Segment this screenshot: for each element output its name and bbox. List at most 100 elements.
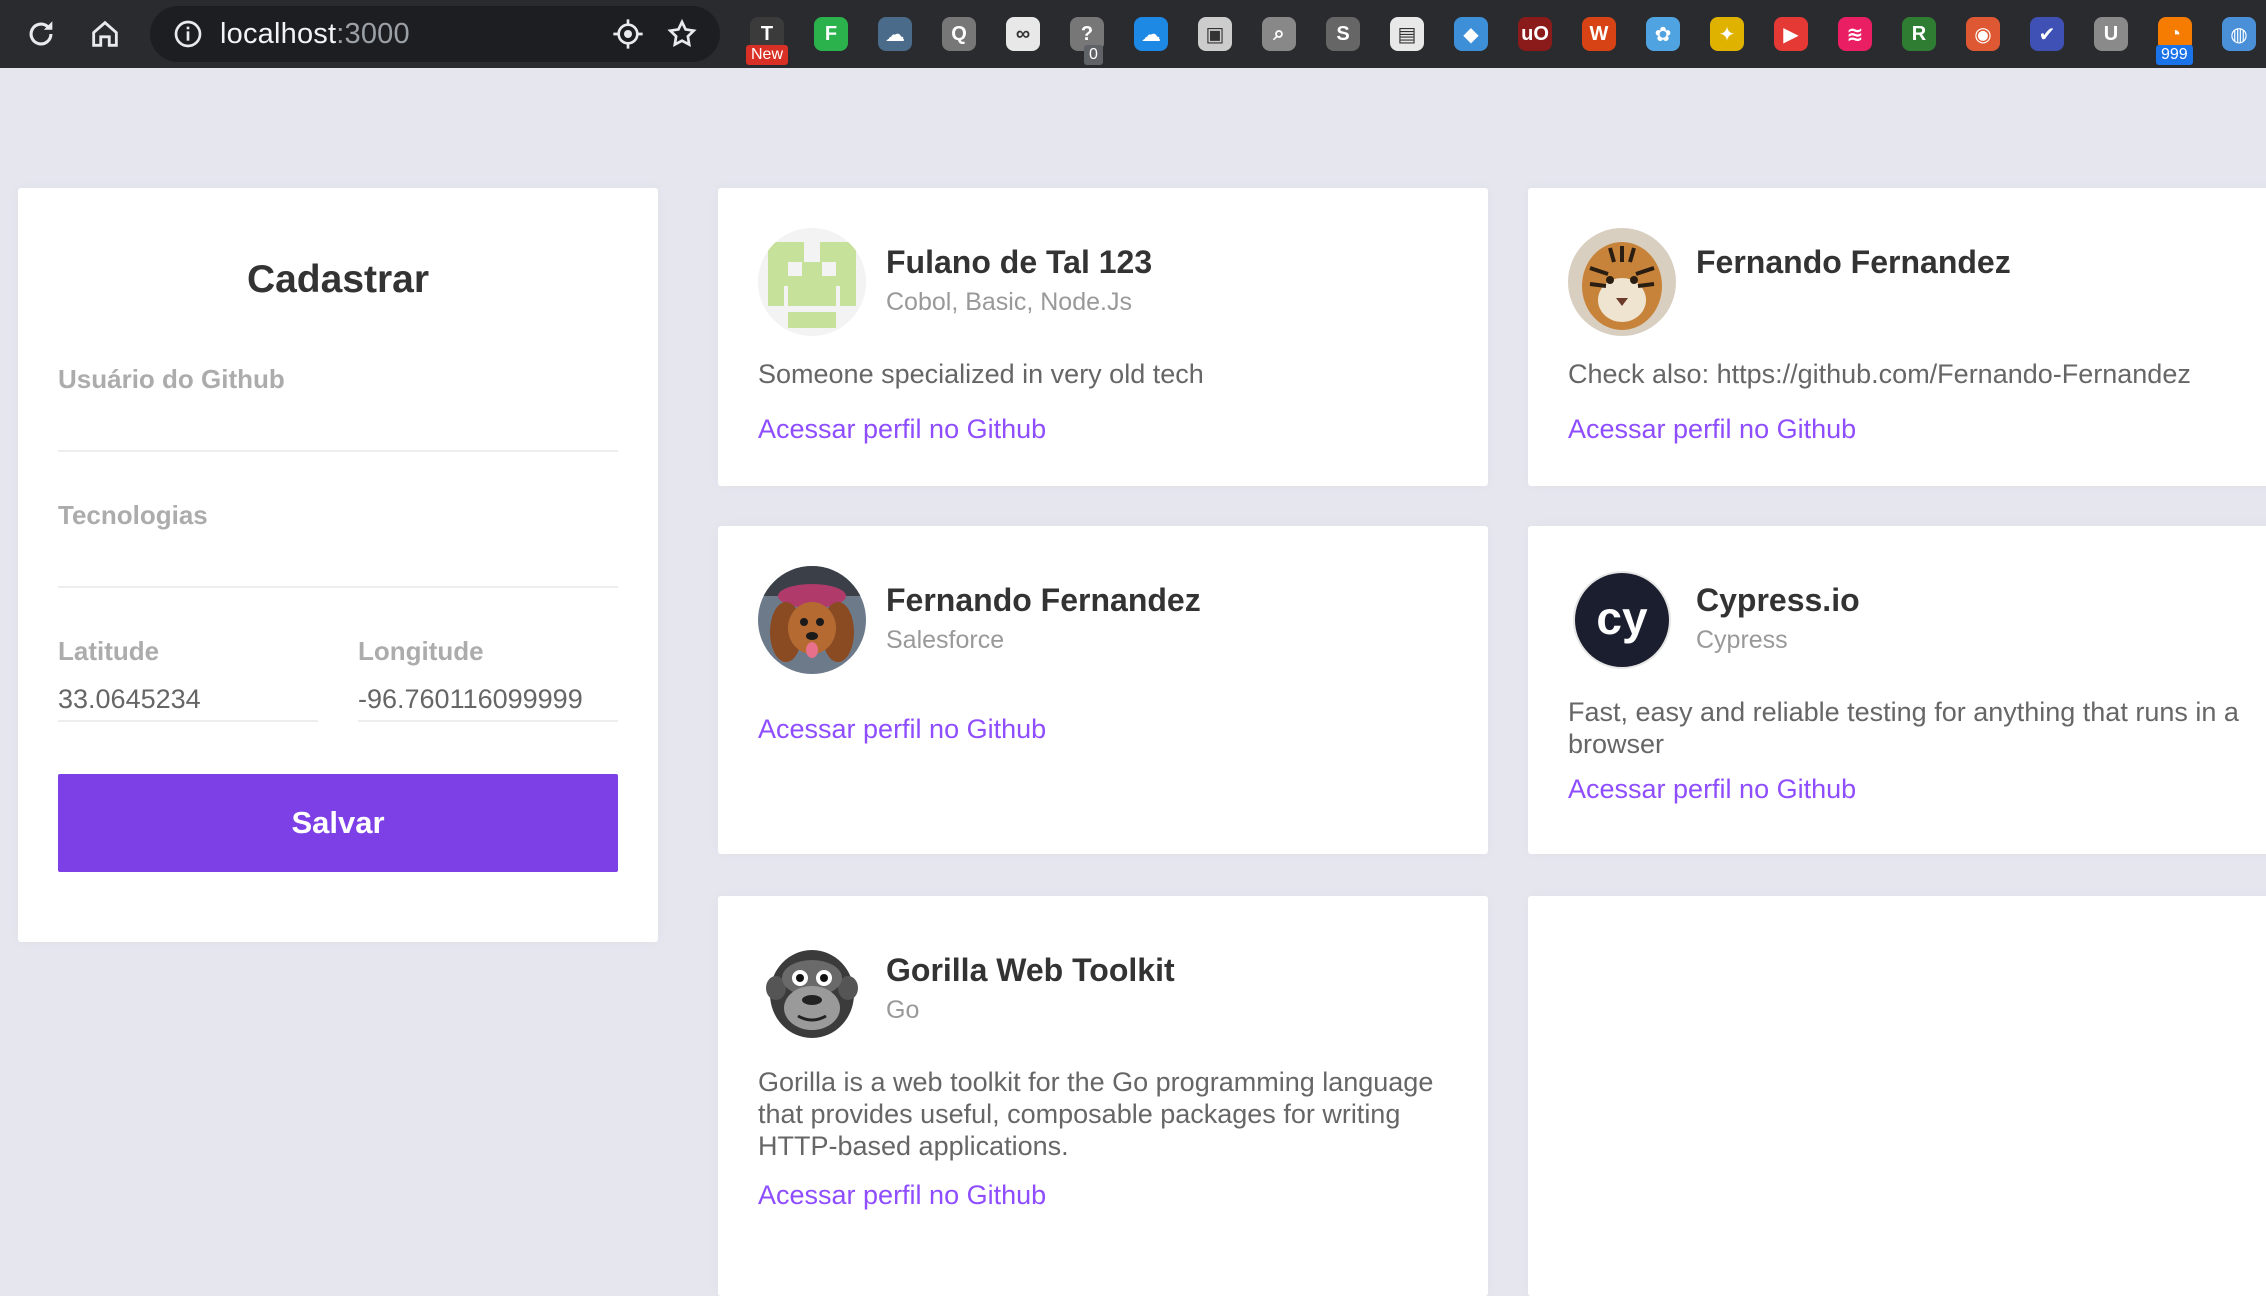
cypress-logo-icon: cy [1568, 566, 1676, 674]
longitude-label: Longitude [358, 636, 484, 666]
github-username-input[interactable] [58, 408, 618, 452]
check-ext-extension-icon[interactable]: ✔ [2030, 17, 2064, 51]
github-profile-link[interactable]: Acessar perfil no Github [1568, 774, 1856, 805]
url-host: localhost [220, 17, 337, 50]
cloud-dl-extension-icon[interactable]: ☁ [878, 17, 912, 51]
tiger-icon [1568, 228, 1676, 336]
reload-button[interactable] [18, 11, 64, 57]
dev-card: Fulano de Tal 123 Cobol, Basic, Node.Js … [718, 188, 1488, 486]
bookmark-star-icon[interactable] [666, 18, 698, 50]
extensions-bar: T New F ☁ Q ∞ ? 0 ☁ ▣ ⌕ S ▤ ◆ uO W ✿ ✦ ▶ ≋ R ◉ ✔ U ◔ 999 ◍ [746, 10, 2266, 65]
dog-icon [758, 566, 866, 674]
tampermonkey-extension-icon[interactable]: T New [746, 17, 789, 65]
site-info-icon[interactable] [172, 18, 204, 50]
extension-glyph: ≋ [1846, 23, 1864, 46]
dev-techs: Salesforce [886, 626, 1005, 654]
techs-input[interactable] [58, 544, 618, 588]
dev-name: Fernando Fernandez [1696, 244, 2011, 280]
extension-glyph: ☁ [885, 23, 905, 46]
frame-ext-extension-icon[interactable]: ▣ [1198, 17, 1232, 51]
dev-card: cy Cypress.io Cypress Fast, easy and rel… [1528, 526, 2266, 854]
github-profile-link[interactable]: Acessar perfil no Github [758, 714, 1046, 745]
github-profile-link[interactable]: Acessar perfil no Github [758, 414, 1046, 445]
extension-glyph: ◔ [2168, 22, 2182, 45]
github-profile-link[interactable]: Acessar perfil no Github [758, 1180, 1046, 1211]
dev-name: Fulano de Tal 123 [886, 244, 1153, 280]
dev-name: Fernando Fernandez [886, 582, 1201, 618]
latitude-label: Latitude [58, 636, 160, 666]
dev-name: Cypress.io [1696, 582, 1860, 618]
save-button[interactable]: Salvar [58, 774, 618, 872]
s-ext-extension-icon[interactable]: S [1326, 17, 1360, 51]
dev-techs: Go [886, 996, 920, 1024]
extension-glyph: ◉ [1974, 23, 1992, 46]
extension-glyph: F [824, 22, 838, 45]
techs-label: Tecnologias [58, 500, 208, 530]
rss-ext-extension-icon[interactable]: ◔ 999 [2156, 17, 2193, 65]
brain-ext-extension-icon[interactable]: ✿ [1646, 17, 1680, 51]
longitude-input[interactable] [358, 678, 618, 722]
latitude-input[interactable] [58, 678, 318, 722]
svg-text:cy: cy [1596, 592, 1648, 644]
dev-bio: Check also: https://github.com/Fernando-… [1568, 359, 2191, 389]
dev-card-empty [1528, 896, 2266, 1296]
dev-techs: Cypress [1696, 626, 1788, 654]
search-ext-extension-icon[interactable]: Q [942, 17, 976, 51]
layers-ext-extension-icon[interactable]: ≋ [1838, 17, 1872, 51]
feedly-extension-icon[interactable]: F [814, 17, 848, 51]
extension-glyph: Q [951, 22, 967, 45]
infinity-extension-icon[interactable]: ∞ [1006, 17, 1040, 51]
dev-card: Gorilla Web Toolkit Go Gorilla is a web … [718, 896, 1488, 1296]
broom-ext-extension-icon[interactable]: ✦ [1710, 17, 1744, 51]
gorilla-icon [758, 936, 866, 1044]
identicon-icon [758, 228, 866, 336]
browser-toolbar: localhost:3000 T New F ☁ Q ∞ ? 0 ☁ ▣ ⌕ S ▤ ◆ uO W ✿ ✦ ▶ ≋ R ◉… [0, 0, 2266, 68]
location-icon[interactable] [612, 18, 644, 50]
extension-glyph: ▤ [1397, 23, 1417, 46]
extension-glyph: uO [1521, 22, 1549, 45]
extension-glyph: ✔ [2038, 23, 2056, 46]
register-form-panel: Cadastrar Usuário do Github Tecnologias … [18, 188, 658, 942]
reload-icon [29, 21, 53, 46]
magnifier-extension-icon[interactable]: ⌕ [1262, 17, 1296, 51]
dev-card: Fernando Fernandez Salesforce Acessar pe… [718, 526, 1488, 854]
extension-badge: New [746, 45, 789, 65]
github-profile-link[interactable]: Acessar perfil no Github [1568, 414, 1856, 445]
url-text[interactable]: localhost:3000 [220, 18, 410, 51]
extension-glyph: ◍ [2230, 23, 2248, 46]
dev-bio: Someone specialized in very old tech [758, 359, 1204, 389]
home-button[interactable] [82, 11, 128, 57]
extension-glyph: ▣ [1205, 23, 1225, 46]
extension-glyph: ⌕ [1273, 22, 1285, 45]
screenshot-ext-extension-icon[interactable]: ▤ [1390, 17, 1424, 51]
extension-glyph: ◆ [1463, 23, 1479, 46]
extension-glyph: ▶ [1783, 23, 1799, 46]
youtube-ext-extension-icon[interactable]: ▶ [1774, 17, 1808, 51]
cloud-blue-extension-icon[interactable]: ☁ [1134, 17, 1168, 51]
ublock-extension-icon[interactable]: uO [1518, 17, 1552, 51]
globe-ext-extension-icon[interactable]: ◍ [2222, 17, 2256, 51]
github-username-label: Usuário do Github [58, 364, 285, 394]
help-ext-extension-icon[interactable]: ? 0 [1070, 17, 1104, 65]
address-bar[interactable]: localhost:3000 [150, 6, 720, 62]
extension-glyph: ☁ [1141, 23, 1161, 46]
form-title: Cadastrar [246, 258, 430, 301]
dev-bio: Fast, easy and reliable testing for anyt… [1568, 697, 2239, 759]
duckduckgo-extension-icon[interactable]: ◉ [1966, 17, 2000, 51]
dev-name: Gorilla Web Toolkit [886, 952, 1175, 988]
dev-card: Fernando Fernandez Check also: https://g… [1528, 188, 2266, 486]
extension-glyph: ✦ [1718, 23, 1736, 46]
extension-glyph: W [1589, 22, 1609, 45]
extension-glyph: U [2103, 22, 2119, 45]
extension-glyph: ∞ [1015, 22, 1031, 45]
extension-glyph: R [1911, 22, 1927, 45]
extension-glyph: ✿ [1654, 23, 1672, 46]
wab-extension-icon[interactable]: W [1582, 17, 1616, 51]
u-ext-extension-icon[interactable]: U [2094, 17, 2128, 51]
url-port: :3000 [336, 17, 410, 50]
dev-techs: Cobol, Basic, Node.Js [886, 288, 1132, 316]
dev-bio: Gorilla is a web toolkit for the Go prog… [758, 1067, 1434, 1161]
extension-glyph: S [1336, 22, 1350, 45]
r-ext-extension-icon[interactable]: R [1902, 17, 1936, 51]
diamond-ext-extension-icon[interactable]: ◆ [1454, 17, 1488, 51]
